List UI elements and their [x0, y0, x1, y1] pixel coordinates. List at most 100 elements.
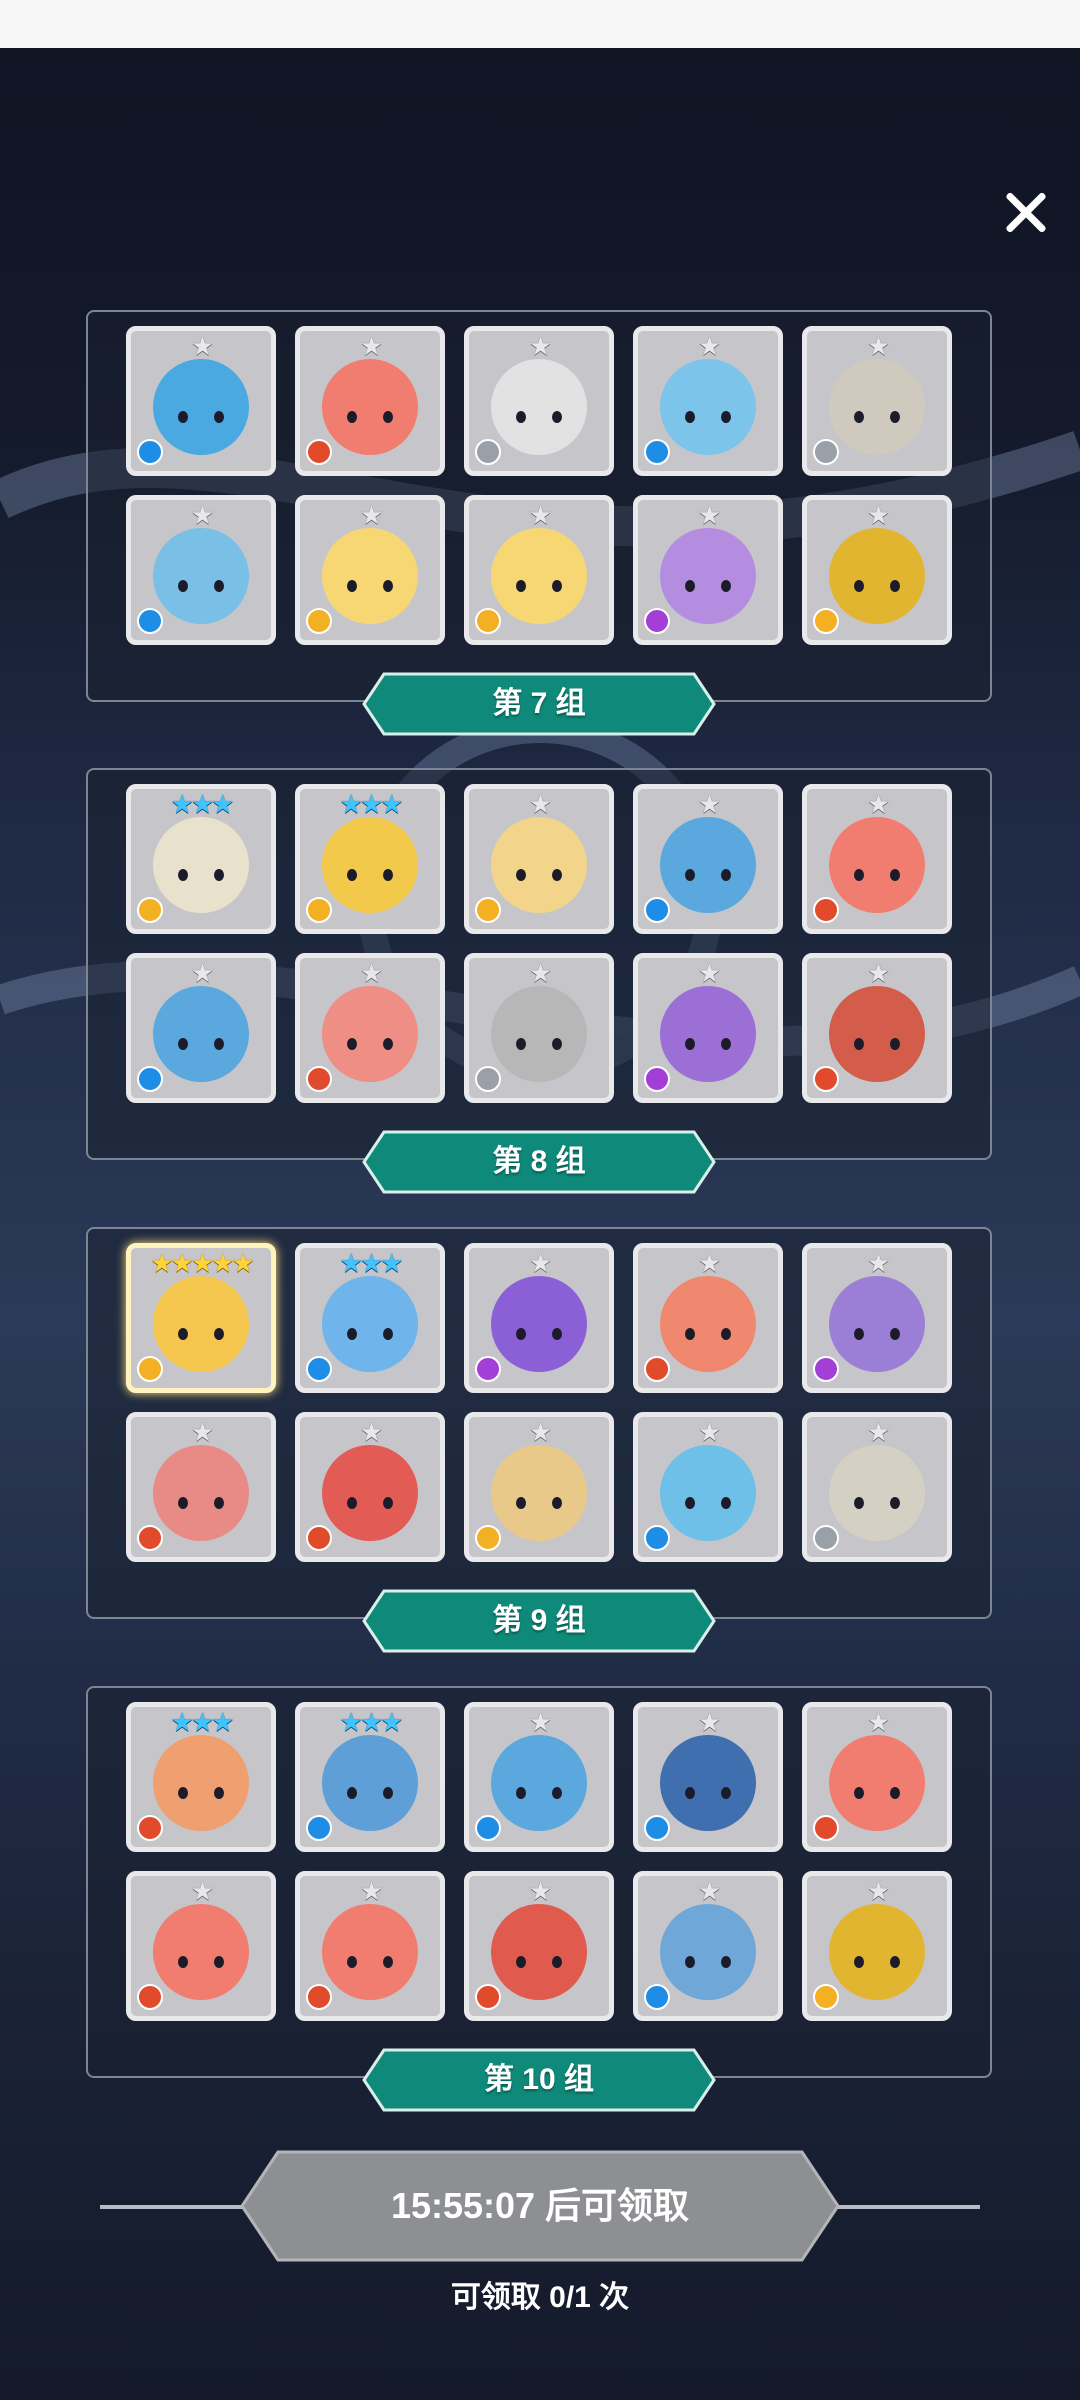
hero-card[interactable]: ★★★★★ — [126, 1243, 276, 1393]
hero-face — [679, 1787, 737, 1801]
hero-portrait — [660, 985, 756, 1082]
hero-card[interactable]: ★ — [802, 1702, 952, 1852]
hero-card[interactable]: ★ — [464, 326, 614, 476]
hero-card[interactable]: ★ — [464, 1412, 614, 1562]
hero-portrait — [660, 1444, 756, 1541]
star-rating: ★ — [528, 1248, 552, 1278]
star-rating: ★ — [697, 1248, 721, 1278]
hero-face — [848, 869, 906, 883]
fire-element-icon — [137, 1815, 163, 1841]
hero-face — [172, 1497, 230, 1511]
fire-element-icon — [813, 1815, 839, 1841]
hero-card[interactable]: ★ — [126, 1871, 276, 2021]
hero-card[interactable]: ★ — [802, 326, 952, 476]
fire-element-icon — [306, 1984, 332, 2010]
hero-card[interactable]: ★★★ — [295, 784, 445, 934]
hero-card[interactable]: ★ — [126, 326, 276, 476]
hero-card[interactable]: ★ — [802, 1412, 952, 1562]
hero-card[interactable]: ★★★ — [295, 1702, 445, 1852]
hero-card[interactable]: ★ — [633, 326, 783, 476]
hero-portrait — [491, 985, 587, 1082]
hero-card[interactable]: ★ — [295, 953, 445, 1103]
hero-face — [510, 1497, 568, 1511]
hero-portrait — [153, 358, 249, 455]
hero-grid: ★★★★★ ★★★ ★ ★ ★ ★ ★ ★ ★ ★ — [126, 1243, 952, 1562]
hero-card[interactable]: ★ — [802, 495, 952, 645]
hero-face — [848, 1497, 906, 1511]
hero-portrait — [829, 1734, 925, 1831]
star-rating: ★ — [359, 958, 383, 988]
hero-card[interactable]: ★★★ — [126, 1702, 276, 1852]
claim-button-label: 15:55:07 后可领取 — [390, 2185, 690, 2226]
water-element-icon — [644, 1984, 670, 2010]
water-element-icon — [644, 1525, 670, 1551]
hero-card[interactable]: ★ — [802, 784, 952, 934]
hero-card[interactable]: ★ — [464, 1702, 614, 1852]
group-label: 第 8 组 — [492, 1145, 586, 1178]
hero-portrait — [153, 1275, 249, 1372]
group-label: 第 10 组 — [483, 2063, 595, 2096]
claim-button[interactable]: 15:55:07 后可领取 — [240, 2150, 840, 2262]
hero-face — [341, 1787, 399, 1801]
hero-card[interactable]: ★ — [633, 953, 783, 1103]
star-rating: ★ — [866, 1707, 890, 1737]
hero-face — [172, 869, 230, 883]
light-element-icon — [475, 439, 501, 465]
hero-card[interactable]: ★ — [464, 784, 614, 934]
hero-portrait — [322, 985, 418, 1082]
dark-element-icon — [813, 1356, 839, 1382]
hero-portrait — [491, 1444, 587, 1541]
status-bar — [0, 0, 1080, 48]
hero-card[interactable]: ★★★ — [295, 1243, 445, 1393]
hero-card[interactable]: ★ — [464, 1871, 614, 2021]
hero-card[interactable]: ★ — [802, 1243, 952, 1393]
star-rating: ★ — [190, 500, 214, 530]
hero-card[interactable]: ★ — [126, 953, 276, 1103]
wind-element-icon — [475, 897, 501, 923]
hero-portrait — [829, 1275, 925, 1372]
wind-element-icon — [306, 608, 332, 634]
group-label-banner: 第 7 组 — [362, 672, 716, 736]
dark-element-icon — [644, 608, 670, 634]
hero-card[interactable]: ★ — [802, 1871, 952, 2021]
star-rating: ★★★ — [339, 789, 404, 819]
hero-card[interactable]: ★ — [464, 495, 614, 645]
hero-card[interactable]: ★ — [633, 1412, 783, 1562]
hero-card[interactable]: ★ — [126, 1412, 276, 1562]
wind-element-icon — [813, 608, 839, 634]
hero-card[interactable]: ★ — [295, 326, 445, 476]
hero-card[interactable]: ★ — [464, 953, 614, 1103]
hero-face — [341, 1497, 399, 1511]
close-button[interactable] — [994, 180, 1058, 244]
star-rating: ★ — [866, 1248, 890, 1278]
hero-card[interactable]: ★ — [295, 1871, 445, 2021]
wind-element-icon — [813, 1984, 839, 2010]
hero-portrait — [153, 1734, 249, 1831]
hero-card[interactable]: ★ — [633, 1243, 783, 1393]
hero-card[interactable]: ★ — [633, 784, 783, 934]
hero-card[interactable]: ★ — [802, 953, 952, 1103]
star-rating: ★ — [359, 500, 383, 530]
hero-card[interactable]: ★ — [633, 495, 783, 645]
fire-element-icon — [306, 439, 332, 465]
hero-card[interactable]: ★ — [464, 1243, 614, 1393]
star-rating: ★ — [697, 500, 721, 530]
hero-card[interactable]: ★★★ — [126, 784, 276, 934]
hero-card[interactable]: ★ — [633, 1702, 783, 1852]
group-label: 第 7 组 — [492, 687, 586, 720]
hero-face — [341, 1328, 399, 1342]
fire-element-icon — [644, 1356, 670, 1382]
hero-group: ★ ★ ★ ★ ★ ★ ★ ★ ★ ★ 第 7 组 — [86, 310, 992, 736]
hero-grid: ★ ★ ★ ★ ★ ★ ★ ★ ★ ★ — [126, 326, 952, 645]
water-element-icon — [644, 1815, 670, 1841]
hero-card[interactable]: ★ — [126, 495, 276, 645]
hero-card[interactable]: ★ — [295, 495, 445, 645]
hero-card[interactable]: ★ — [295, 1412, 445, 1562]
star-rating: ★ — [697, 1417, 721, 1447]
star-rating: ★★★ — [339, 1707, 404, 1737]
hero-face — [510, 1328, 568, 1342]
star-rating: ★★★ — [339, 1248, 404, 1278]
water-element-icon — [137, 439, 163, 465]
hero-card[interactable]: ★ — [633, 1871, 783, 2021]
wind-element-icon — [137, 1356, 163, 1382]
